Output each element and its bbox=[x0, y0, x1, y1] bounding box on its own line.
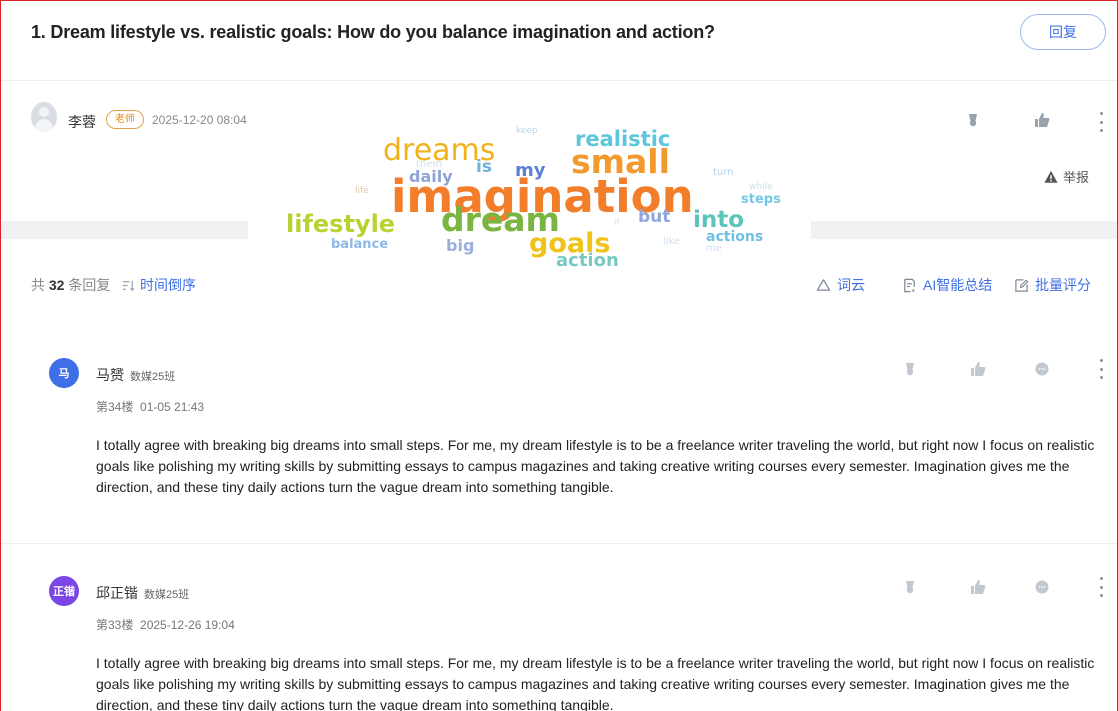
comment-icon[interactable] bbox=[1033, 360, 1051, 378]
ai-summary-button[interactable]: AI智能总结 bbox=[902, 275, 992, 295]
reply-floor: 第34楼 bbox=[96, 400, 134, 414]
sort-toggle[interactable]: 时间倒序 bbox=[122, 275, 196, 295]
reply-button[interactable]: 回复 bbox=[1020, 14, 1106, 50]
thumbs-up-icon[interactable] bbox=[1033, 111, 1051, 129]
batch-grade-button[interactable]: 批量评分 bbox=[1014, 275, 1091, 295]
more-options-icon[interactable] bbox=[1098, 112, 1104, 132]
reply-item: 马 马赟 数媒25班 第34楼 01-05 21:43 I totally agr… bbox=[1, 327, 1117, 544]
cloud-word: like bbox=[663, 236, 681, 247]
cloud-word: but bbox=[638, 207, 671, 227]
cloud-word: steps bbox=[741, 192, 781, 207]
word-cloud: keep realistic dreams them is my small t… bbox=[286, 125, 811, 270]
topic-title: 1. Dream lifestyle vs. realistic goals: … bbox=[31, 22, 715, 42]
reply-author: 邱正锴 数媒25班 bbox=[96, 583, 189, 603]
reply-time: 01-05 21:43 bbox=[140, 400, 205, 414]
thumbs-up-icon[interactable] bbox=[969, 360, 987, 378]
edit-icon bbox=[1015, 278, 1029, 292]
cloud-word: me bbox=[706, 243, 722, 254]
medal-icon[interactable] bbox=[901, 360, 919, 378]
cloud-word: actions bbox=[706, 229, 764, 245]
cloud-word: action bbox=[556, 250, 619, 271]
report-label: 举报 bbox=[1063, 170, 1090, 185]
medal-icon[interactable] bbox=[901, 578, 919, 596]
cloud-word: if bbox=[614, 218, 620, 228]
thumbs-up-icon[interactable] bbox=[969, 578, 987, 596]
reply-meta: 第33楼 2025-12-26 19:04 bbox=[96, 616, 235, 633]
reply-count: 共 32 条回复 bbox=[31, 275, 110, 295]
reply-author-name: 邱正锴 bbox=[96, 585, 138, 601]
ai-doc-icon bbox=[904, 278, 916, 293]
reply-content: I totally agree with breaking big dreams… bbox=[96, 437, 1095, 495]
ai-summary-label: AI智能总结 bbox=[923, 277, 993, 293]
reply-author-class: 数媒25班 bbox=[130, 371, 176, 383]
reply-item: 正锴 邱正锴 数媒25班 第33楼 2025-12-26 19:04 I tota… bbox=[1, 545, 1117, 711]
cloud-word: keep bbox=[516, 126, 538, 136]
reply-meta: 第34楼 01-05 21:43 bbox=[96, 398, 204, 415]
cloud-word: turn bbox=[713, 167, 734, 178]
reply-author: 马赟 数媒25班 bbox=[96, 365, 175, 385]
batch-grade-label: 批量评分 bbox=[1035, 277, 1091, 293]
cloud-word: while bbox=[749, 182, 773, 192]
reply-avatar: 马 bbox=[49, 358, 79, 388]
sort-icon bbox=[122, 280, 135, 291]
teacher-badge: 老师 bbox=[106, 110, 144, 129]
triangle-icon bbox=[816, 279, 831, 291]
topic-header: 1. Dream lifestyle vs. realistic goals: … bbox=[1, 1, 1117, 81]
cloud-word: balance bbox=[331, 237, 389, 252]
wordcloud-label: 词云 bbox=[837, 277, 865, 293]
teacher-avatar bbox=[31, 102, 57, 132]
cloud-word: big bbox=[446, 236, 475, 255]
divider-band-left bbox=[1, 221, 248, 239]
cloud-word: lifestyle bbox=[286, 210, 396, 238]
reply-author-name: 马赟 bbox=[96, 367, 124, 383]
reply-count-prefix: 共 bbox=[31, 277, 45, 293]
sort-label: 时间倒序 bbox=[140, 277, 196, 293]
cloud-word: life bbox=[355, 186, 369, 196]
reply-avatar: 正锴 bbox=[49, 576, 79, 606]
more-options-icon[interactable] bbox=[1098, 359, 1104, 379]
report-button[interactable]: 举报 bbox=[1044, 167, 1089, 186]
divider-band-right bbox=[811, 221, 1117, 239]
discussion-page: 1. Dream lifestyle vs. realistic goals: … bbox=[0, 0, 1118, 711]
reply-count-suffix: 条回复 bbox=[68, 277, 111, 293]
post-time: 2025-12-20 08:04 bbox=[152, 113, 247, 127]
poster-name: 李蓉 bbox=[68, 114, 96, 130]
reply-author-class: 数媒25班 bbox=[144, 589, 190, 601]
reply-content: I totally agree with breaking big dreams… bbox=[96, 655, 1095, 711]
medal-icon[interactable] bbox=[964, 111, 982, 129]
reply-time: 2025-12-26 19:04 bbox=[140, 618, 235, 632]
comment-icon[interactable] bbox=[1033, 578, 1051, 596]
more-options-icon[interactable] bbox=[1098, 577, 1104, 597]
reply-floor: 第33楼 bbox=[96, 618, 134, 632]
reply-count-number: 32 bbox=[48, 277, 65, 293]
warning-icon bbox=[1044, 170, 1058, 183]
wordcloud-button[interactable]: 词云 bbox=[816, 275, 865, 295]
